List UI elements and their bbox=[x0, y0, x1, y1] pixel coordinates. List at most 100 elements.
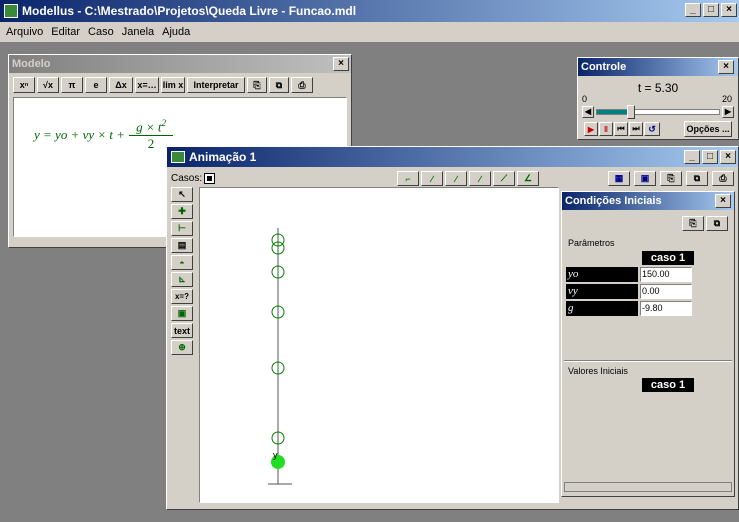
equation-numerator: g × t2 bbox=[136, 118, 166, 135]
animacao-window: Animação 1 _ □ × Casos: ⌐ ∕ ∕ ∕ ⟋ ∠ ▦ ▣ … bbox=[166, 146, 739, 510]
slider-left-arrow[interactable]: ◀ bbox=[582, 106, 594, 118]
maximize-button[interactable]: □ bbox=[703, 3, 719, 17]
copy-button[interactable]: ⎘ bbox=[247, 77, 267, 93]
menu-bar: Arquivo Editar Caso Janela Ajuda bbox=[0, 22, 739, 42]
graph-tangent-button[interactable]: ⟋ bbox=[493, 171, 515, 186]
gauge-icon: ◓ bbox=[179, 257, 185, 268]
slider-max: 20 bbox=[721, 94, 732, 104]
slider-fill bbox=[597, 110, 629, 114]
image-icon: ▣ bbox=[177, 308, 187, 318]
step-button[interactable]: ⏭ bbox=[629, 122, 643, 136]
graph-xy-icon: ⌐ bbox=[405, 173, 411, 184]
paste-icon: ⧉ bbox=[693, 173, 701, 183]
tangent-icon: ⟋ bbox=[500, 173, 508, 183]
app-titlebar: Modellus - C:\Mestrado\Projetos\Queda Li… bbox=[0, 0, 739, 22]
modelo-title: Modelo bbox=[12, 58, 51, 70]
copy-icon: ⎘ bbox=[689, 218, 697, 228]
condicoes-scrollbar[interactable] bbox=[564, 482, 732, 492]
casos-label: Casos: bbox=[171, 173, 203, 184]
close-button[interactable]: × bbox=[721, 3, 737, 17]
condicoes-close-button[interactable]: × bbox=[715, 194, 731, 208]
e-button[interactable]: e bbox=[85, 77, 107, 93]
vector-tool[interactable]: ⊢ bbox=[171, 221, 193, 236]
time-readout: t = 5.30 bbox=[637, 81, 679, 95]
power-button[interactable]: xⁿ bbox=[13, 77, 35, 93]
param-value-input[interactable]: 0.00 bbox=[640, 284, 692, 299]
equation-lhs: y = yo + vy × t + bbox=[34, 127, 126, 143]
paste-button[interactable]: ⧉ bbox=[269, 77, 289, 93]
graph-a-button[interactable]: ∕ bbox=[469, 171, 491, 186]
graph-d2t-button[interactable]: ∕ bbox=[445, 171, 467, 186]
slider-thumb[interactable] bbox=[627, 105, 635, 119]
level-tool[interactable]: ▤ bbox=[171, 238, 193, 253]
minimize-button[interactable]: _ bbox=[685, 3, 701, 17]
modelo-toolbar: xⁿ √x π e Δx x=… lim x Interpretar ⎘ ⧉ ⎙ bbox=[13, 77, 313, 93]
plot-tool[interactable]: ⊾ bbox=[171, 272, 193, 287]
limit-button[interactable]: lim x bbox=[161, 77, 185, 93]
animacao-paste-button[interactable]: ⧉ bbox=[686, 171, 708, 186]
animacao-title: Animação 1 bbox=[189, 150, 257, 164]
condicoes-window: Condições Iniciais × ⎘ ⧉ Parâmetros caso… bbox=[561, 191, 735, 497]
controle-close-button[interactable]: × bbox=[718, 60, 734, 74]
graph-toolbar: ⌐ ∕ ∕ ∕ ⟋ ∠ bbox=[397, 171, 539, 186]
animacao-titlebar: Animação 1 _ □ × bbox=[167, 147, 738, 167]
interpret-button[interactable]: Interpretar bbox=[187, 77, 245, 93]
table-button[interactable]: ▦ bbox=[608, 171, 630, 186]
condicoes-copy-button[interactable]: ⎘ bbox=[682, 216, 704, 231]
animacao-close-button[interactable]: × bbox=[720, 150, 736, 164]
print-button[interactable]: ⎙ bbox=[291, 77, 313, 93]
param-row: g -9.80 bbox=[566, 301, 692, 316]
caso-indicator[interactable] bbox=[204, 173, 215, 184]
gauge-tool[interactable]: ◓ bbox=[171, 255, 193, 270]
pointer-tool[interactable]: ↖ bbox=[171, 187, 193, 202]
pause-button[interactable]: ‖ bbox=[599, 122, 613, 136]
graph-dt-icon: ∕ bbox=[431, 173, 433, 184]
meter-tool[interactable]: ⊕ bbox=[171, 340, 193, 355]
rewind-button[interactable]: ⏮ bbox=[614, 122, 628, 136]
graph-xy-button[interactable]: ⌐ bbox=[397, 171, 419, 186]
animacao-minimize-button[interactable]: _ bbox=[684, 150, 700, 164]
particle-tool[interactable]: ✚ bbox=[171, 204, 193, 219]
animation-svg: y bbox=[268, 228, 292, 485]
animation-canvas[interactable]: y bbox=[199, 187, 559, 503]
options-button[interactable]: Opções ... bbox=[684, 121, 732, 137]
time-slider[interactable]: ◀ ▶ bbox=[582, 105, 734, 119]
image-tool[interactable]: ▣ bbox=[171, 306, 193, 321]
valores-label: Valores Iniciais bbox=[568, 366, 628, 376]
background-button[interactable]: ▣ bbox=[634, 171, 656, 186]
param-value-input[interactable]: -9.80 bbox=[640, 301, 692, 316]
assign-button[interactable]: x=… bbox=[135, 77, 159, 93]
valores-caso-header: caso 1 bbox=[642, 378, 694, 392]
menu-caso[interactable]: Caso bbox=[84, 26, 118, 38]
play-button[interactable]: ▶ bbox=[584, 122, 598, 136]
delta-button[interactable]: Δx bbox=[109, 77, 133, 93]
animacao-hscrollbar[interactable] bbox=[199, 503, 559, 509]
pi-button[interactable]: π bbox=[61, 77, 83, 93]
plot-icon: ⊾ bbox=[178, 274, 186, 284]
slider-right-arrow[interactable]: ▶ bbox=[722, 106, 734, 118]
animacao-copy-button[interactable]: ⎘ bbox=[660, 171, 682, 186]
menu-janela[interactable]: Janela bbox=[118, 26, 158, 38]
caso-header: caso 1 bbox=[642, 251, 694, 265]
param-value-input[interactable]: 150.00 bbox=[640, 267, 692, 282]
modelo-close-button[interactable]: × bbox=[333, 57, 349, 71]
graph-dt-button[interactable]: ∕ bbox=[421, 171, 443, 186]
param-name: yo bbox=[566, 267, 638, 282]
menu-editar[interactable]: Editar bbox=[47, 26, 84, 38]
menu-arquivo[interactable]: Arquivo bbox=[2, 26, 47, 38]
equation-exponent: 2 bbox=[161, 118, 166, 128]
condicoes-paste-button[interactable]: ⧉ bbox=[706, 216, 728, 231]
menu-ajuda[interactable]: Ajuda bbox=[158, 26, 194, 38]
graph-angle-button[interactable]: ∠ bbox=[517, 171, 539, 186]
equation-tool[interactable]: x=? bbox=[171, 289, 193, 304]
app-title: Modellus - C:\Mestrado\Projetos\Queda Li… bbox=[22, 4, 357, 18]
replay-button[interactable]: ↺ bbox=[644, 122, 660, 136]
vector-icon: ⊢ bbox=[178, 223, 186, 233]
sqrt-button[interactable]: √x bbox=[37, 77, 59, 93]
param-name: vy bbox=[566, 284, 638, 299]
animacao-maximize-button[interactable]: □ bbox=[702, 150, 718, 164]
animacao-print-button[interactable]: ⎙ bbox=[712, 171, 734, 186]
controle-titlebar: Controle × bbox=[578, 58, 738, 76]
controle-title: Controle bbox=[581, 61, 627, 73]
text-tool[interactable]: text bbox=[171, 323, 193, 338]
